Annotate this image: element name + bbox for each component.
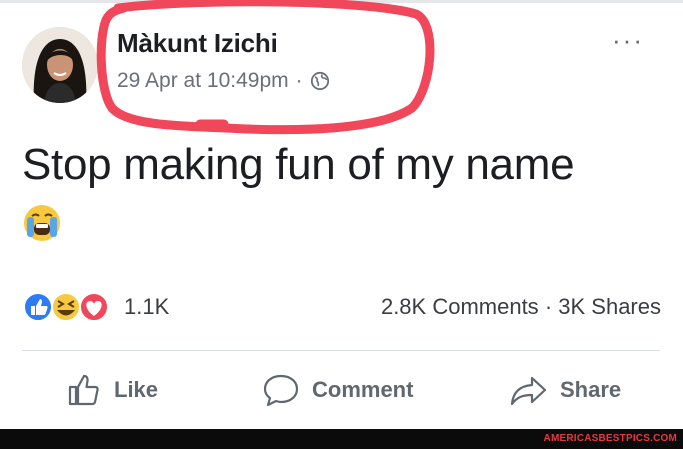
haha-reaction-icon (51, 292, 81, 322)
share-count[interactable]: 3K Shares (558, 294, 661, 319)
reaction-count[interactable]: 1.1K (124, 294, 169, 320)
profile-photo (22, 27, 98, 103)
like-button[interactable]: Like (66, 368, 158, 412)
comment-button[interactable]: Comment (262, 368, 413, 412)
loudly-crying-face-icon (22, 203, 62, 243)
like-label: Like (114, 377, 159, 402)
stats-separator: · (544, 294, 553, 319)
divider (22, 350, 660, 351)
comment-count[interactable]: 2.8K Comments (381, 294, 539, 319)
share-label: Share (560, 377, 622, 402)
more-options-button[interactable]: ··· (612, 27, 644, 53)
share-arrow-icon (510, 376, 547, 406)
engagement-stats: 2.8K Comments · 3K Shares (381, 294, 661, 320)
post-timestamp[interactable]: 29 Apr at 10:49pm (117, 69, 289, 93)
post-meta: 29 Apr at 10:49pm · (117, 69, 330, 93)
comment-label: Comment (312, 377, 414, 402)
meta-separator: · (295, 69, 303, 92)
globe-icon (310, 71, 330, 91)
share-button[interactable]: Share (508, 368, 621, 412)
avatar[interactable] (22, 27, 98, 103)
author-name[interactable]: Màkunt Izichi (117, 28, 278, 59)
like-reaction-icon (23, 292, 53, 322)
comment-bubble-icon (263, 374, 299, 407)
post-text: Stop making fun of my name (22, 140, 575, 189)
love-reaction-icon (79, 292, 109, 322)
watermark-text[interactable]: AMERICASBESTPICS.COM (544, 433, 677, 444)
thumbs-up-icon (68, 374, 99, 406)
reaction-icons[interactable] (22, 290, 122, 324)
top-border (0, 0, 683, 3)
